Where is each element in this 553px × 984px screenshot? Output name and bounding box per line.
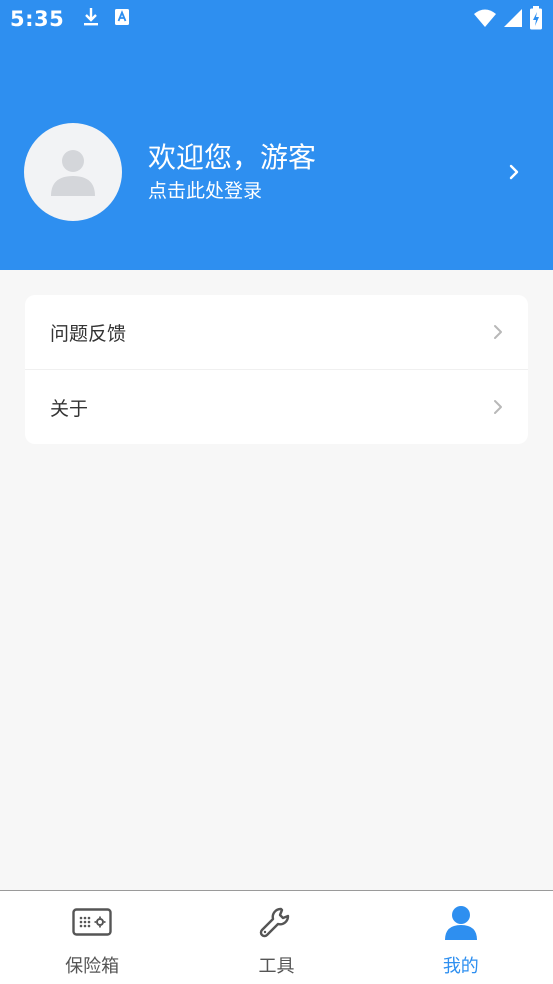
a11y-icon bbox=[114, 8, 130, 30]
bottom-tab-bar: 保险箱 工具 我的 bbox=[0, 890, 553, 984]
menu-item-feedback[interactable]: 问题反馈 bbox=[25, 295, 528, 369]
safe-icon bbox=[72, 905, 112, 941]
menu-item-label: 关于 bbox=[50, 397, 89, 420]
wifi-icon bbox=[473, 8, 497, 32]
chevron-right-icon bbox=[494, 400, 502, 414]
chevron-right-icon bbox=[494, 325, 502, 339]
login-row[interactable]: 欢迎您，游客 点击此处登录 bbox=[24, 123, 529, 221]
user-placeholder-icon bbox=[51, 150, 95, 196]
tab-safe[interactable]: 保险箱 bbox=[0, 891, 184, 984]
avatar[interactable] bbox=[24, 123, 122, 221]
status-time: 5:35 bbox=[10, 7, 65, 31]
battery-charging-icon bbox=[529, 6, 543, 34]
chevron-right-icon[interactable] bbox=[499, 163, 529, 181]
status-bar: 5:35 bbox=[0, 0, 553, 38]
signal-icon bbox=[503, 8, 523, 32]
tab-mine[interactable]: 我的 bbox=[369, 891, 553, 984]
person-icon bbox=[441, 905, 481, 941]
tab-label: 我的 bbox=[442, 956, 479, 977]
tab-label: 工具 bbox=[258, 956, 295, 977]
menu-item-about[interactable]: 关于 bbox=[25, 369, 528, 444]
login-hint[interactable]: 点击此处登录 bbox=[148, 178, 499, 204]
menu-card: 问题反馈 关于 bbox=[25, 295, 528, 444]
tab-tools[interactable]: 工具 bbox=[184, 891, 368, 984]
welcome-text: 欢迎您，游客 bbox=[148, 141, 317, 174]
menu-item-label: 问题反馈 bbox=[50, 322, 127, 345]
download-icon bbox=[82, 6, 100, 32]
wrench-icon bbox=[256, 905, 296, 941]
tab-label: 保险箱 bbox=[65, 956, 120, 977]
profile-header: 5:35 欢迎您，游客 点击此处登录 bbox=[0, 0, 553, 270]
